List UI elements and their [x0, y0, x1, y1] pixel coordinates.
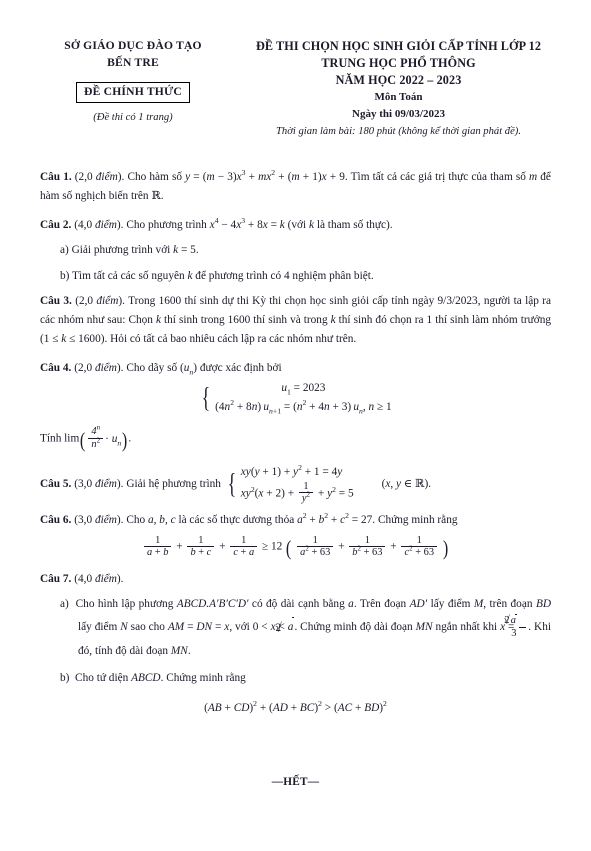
system-row-2: xy2(x + 2) + 1 y2 + y2 = 5 — [240, 480, 354, 505]
document-header: SỞ GIÁO DỤC ĐÀO TẠO BẾN TRE ĐỀ CHÍNH THỨ… — [30, 38, 561, 140]
question-5-text: Giải hệ phương trình — [126, 477, 221, 490]
question-5-domain: (x, y ∈ ℝ). — [381, 477, 432, 490]
school-year: NĂM HỌC 2022 – 2023 — [335, 73, 462, 87]
exam-page: SỞ GIÁO DỤC ĐÀO TẠO BẾN TRE ĐỀ CHÍNH THỨ… — [0, 0, 591, 851]
system-row-2: (4n2 + 8n) un+1 = (n2 + 4n + 3) un, n ≥ … — [215, 398, 392, 416]
question-2-points: (4,0 điểm). — [74, 218, 124, 231]
question-2-text-b: (với k là tham số thực). — [287, 218, 393, 231]
question-5-points: (3,0 điểm). — [74, 477, 124, 490]
question-7: Câu 7. (4,0 điểm). — [40, 570, 551, 589]
question-7-part-b: b) Cho tứ diện ABCD. Chứng minh rằng — [60, 671, 246, 684]
question-2-part-a: a) Giải phương trình với k = 5. — [60, 244, 199, 257]
question-2: Câu 2. (4,0 điểm). Cho phương trình x4 −… — [40, 216, 551, 235]
system-row-1: u1 = 2023 — [281, 382, 326, 397]
question-7-points: (4,0 điểm). — [74, 572, 124, 585]
left-brace-icon: { — [201, 382, 211, 415]
question-2-text-a: Cho phương trình — [126, 218, 207, 231]
question-6-text: Cho a, b, c là các số thực dương thỏa a2… — [126, 511, 458, 526]
limit-product: · un — [105, 433, 122, 448]
department-line-1: SỞ GIÁO DỤC ĐÀO TẠO — [64, 39, 202, 52]
question-5-system: { xy(y + 1) + y2 + 1 = 4y xy2(x + 2) + 1… — [225, 463, 354, 506]
header-right-column: ĐỀ THI CHỌN HỌC SINH GIỎI CẤP TỈNH LỚP 1… — [236, 38, 561, 140]
question-4: Câu 4. (2,0 điểm). Cho dãy số (un) được … — [40, 359, 551, 378]
questions-body: Câu 1. (2,0 điểm). Cho hàm số y = (m − 3… — [40, 168, 551, 718]
question-1-formula: y = (m − 3)x3 + mx2 + (m + 1)x + 9. — [185, 168, 348, 183]
question-2-formula: x4 − 4x3 + 8x = k — [209, 215, 285, 231]
question-7-part-a: a) Cho hình lập phương ABCD.A′B′C′D′ có … — [60, 598, 551, 657]
question-3-label: Câu 3. — [40, 295, 72, 308]
header-left-column: SỞ GIÁO DỤC ĐÀO TẠO BẾN TRE ĐỀ CHÍNH THỨ… — [30, 38, 236, 123]
system-brace-group: { u1 = 2023 (4n2 + 8n) un+1 = (n2 + 4n +… — [199, 379, 392, 417]
end-of-exam-mark: —HẾT— — [271, 776, 320, 788]
question-6-label: Câu 6. — [40, 513, 72, 526]
question-1: Câu 1. (2,0 điểm). Cho hàm số y = (m − 3… — [40, 168, 551, 205]
subject-name: Môn Toán — [374, 91, 423, 103]
question-1-text-a: Cho hàm số — [127, 171, 182, 183]
official-exam-badge: ĐỀ CHÍNH THỨC — [76, 82, 190, 103]
left-brace-icon: { — [227, 468, 237, 501]
question-5: Câu 5. (3,0 điểm). Giải hệ phương trình … — [40, 463, 551, 506]
question-2-label: Câu 2. — [40, 218, 72, 231]
department-line-2: BẾN TRE — [107, 55, 159, 69]
question-1-points: (2,0 điểm). — [74, 171, 125, 183]
question-2-part-b: b) Tìm tất cả các số nguyên k để phương … — [60, 269, 374, 282]
question-7-b-formula: (AB + CD)2 + (AD + BC)2 > (AC + BD)2 — [204, 699, 387, 715]
question-4-limit: Tính lim(4n n2 · un). — [40, 424, 132, 453]
question-4-system: { u1 = 2023 (4n2 + 8n) un+1 = (n2 + 4n +… — [40, 379, 551, 417]
question-3: Câu 3. (2,0 điểm). Trong 1600 thí sinh d… — [40, 292, 551, 348]
question-6-points: (3,0 điểm). — [74, 513, 124, 526]
question-4-label: Câu 4. — [40, 361, 72, 374]
duration-note: Thời gian làm bài: 180 phút (không kể th… — [276, 126, 521, 137]
limit-prompt: Tính lim — [40, 433, 80, 446]
question-1-label: Câu 1. — [40, 171, 72, 183]
page-count-note: (Đề thi có 1 trang) — [93, 112, 173, 123]
question-4-text: Cho dãy số (un) được xác định bởi — [126, 361, 282, 376]
exam-title-line-1: ĐỀ THI CHỌN HỌC SINH GIỎI CẤP TỈNH LỚP 1… — [255, 39, 542, 53]
exam-title-line-2: TRUNG HỌC PHỔ THÔNG — [321, 56, 476, 70]
question-3-points: (2,0 điểm). — [75, 295, 125, 308]
question-7-label: Câu 7. — [40, 572, 72, 585]
question-6: Câu 6. (3,0 điểm). Cho a, b, c là các số… — [40, 511, 551, 530]
question-5-label: Câu 5. — [40, 477, 72, 490]
system-row-1: xy(y + 1) + y2 + 1 = 4y — [240, 462, 343, 478]
exam-date: Ngày thi 09/03/2023 — [352, 107, 445, 120]
question-4-points: (2,0 điểm). — [74, 361, 124, 374]
question-5-lead: Câu 5. (3,0 điểm). Giải hệ phương trình — [40, 475, 221, 494]
question-6-inequality: 1a + b + 1b + c + 1c + a ≥ 12 ( 1 a2 + 63… — [40, 535, 551, 559]
system-rows: u1 = 2023 (4n2 + 8n) un+1 = (n2 + 4n + 3… — [211, 379, 392, 417]
limit-fraction: 4n n2 — [88, 424, 104, 450]
